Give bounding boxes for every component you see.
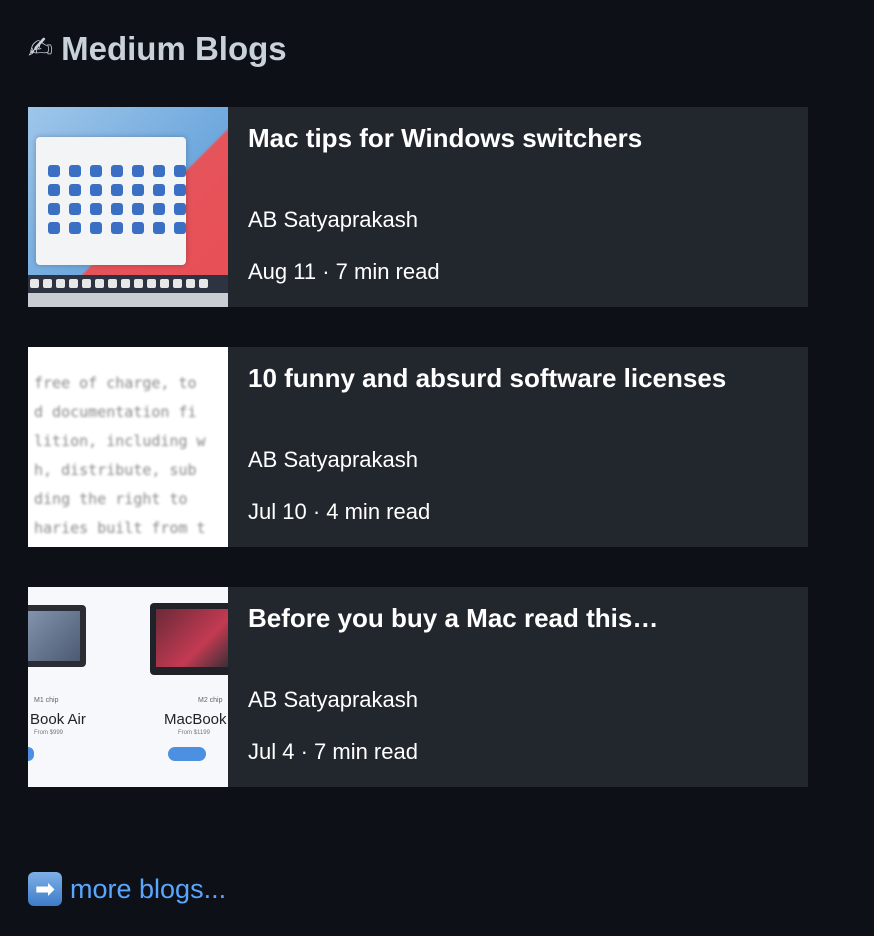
blog-title[interactable]: Mac tips for Windows switchers xyxy=(248,123,642,154)
license-text: free of charge, to d documentation fi li… xyxy=(34,374,206,537)
license-text-thumbnail: free of charge, to d documentation fi li… xyxy=(28,347,228,547)
section-title: Medium Blogs xyxy=(61,30,287,67)
blog-card[interactable]: free of charge, to d documentation fi li… xyxy=(28,347,808,547)
blog-title[interactable]: 10 funny and absurd software licenses xyxy=(248,363,726,394)
mac-desktop-thumbnail xyxy=(28,107,228,307)
blog-meta: Jul 4 · 7 min read xyxy=(248,739,418,764)
blog-meta: Aug 11 · 7 min read xyxy=(248,259,440,284)
blog-meta: Jul 10 · 4 min read xyxy=(248,499,431,524)
more-blogs-label[interactable]: more blogs... xyxy=(70,874,226,905)
section-heading: ✍ Medium Blogs xyxy=(28,30,287,68)
blog-card[interactable]: Mac tips for Windows switchers AB Satyap… xyxy=(28,107,808,307)
blog-card[interactable]: M1 chip Book Air From $999 M2 chip MacBo… xyxy=(28,587,808,787)
blog-title[interactable]: Before you buy a Mac read this… xyxy=(248,603,658,634)
blog-author: AB Satyaprakash xyxy=(248,447,418,472)
more-blogs-link[interactable]: ➡ more blogs... xyxy=(28,872,226,906)
blog-author: AB Satyaprakash xyxy=(248,207,418,232)
right-arrow-icon: ➡ xyxy=(28,872,62,906)
blog-author: AB Satyaprakash xyxy=(248,687,418,712)
macbook-lineup-thumbnail: M1 chip Book Air From $999 M2 chip MacBo… xyxy=(28,587,228,787)
writing-hand-icon: ✍ xyxy=(28,31,54,66)
